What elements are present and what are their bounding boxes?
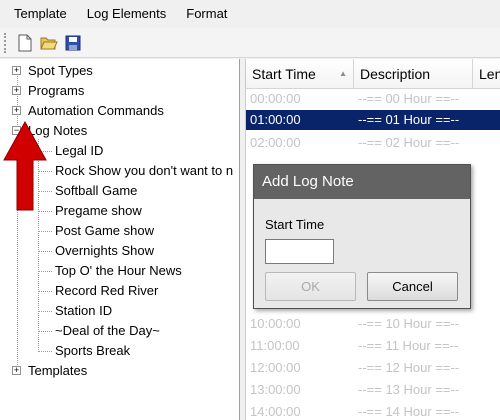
save-button[interactable]	[62, 32, 84, 54]
ok-button[interactable]: OK	[265, 272, 356, 301]
toolbar-grip[interactable]	[4, 32, 8, 53]
tree-node-label: Templates	[28, 363, 88, 378]
add-log-note-dialog: Add Log Note Start Time OK Cancel	[253, 164, 471, 309]
tree-line	[17, 71, 18, 371]
red-arrow-icon	[3, 120, 47, 211]
grid-header: Start Time ▲ Description Len	[246, 59, 500, 89]
table-row[interactable]: 13:00:00 --== 13 Hour ==--	[246, 380, 500, 400]
table-row[interactable]: 14:00:00 --== 14 Hour ==--	[246, 402, 500, 420]
dialog-title[interactable]: Add Log Note	[254, 165, 470, 199]
menu-bar: Template Log Elements Format	[0, 0, 500, 28]
table-row[interactable]: 00:00:00 --== 00 Hour ==--	[246, 89, 500, 109]
column-length[interactable]: Len	[473, 59, 500, 89]
expand-icon[interactable]: +	[12, 106, 21, 115]
start-time-input[interactable]	[265, 239, 334, 264]
expand-icon[interactable]: +	[12, 86, 21, 95]
tree-node-label: Automation Commands	[28, 103, 164, 118]
log-elements-tree[interactable]: + Spot Types + Programs + Automation Com…	[0, 59, 240, 420]
save-icon	[65, 35, 81, 50]
tree-node-label: Programs	[28, 83, 85, 98]
table-row[interactable]: 10:00:00 --== 10 Hour ==--	[246, 314, 500, 334]
menu-template[interactable]: Template	[0, 0, 77, 28]
start-time-label: Start Time	[265, 217, 325, 232]
column-description[interactable]: Description	[354, 59, 473, 89]
sort-arrow-icon: ▲	[339, 69, 347, 78]
table-row[interactable]: 11:00:00 --== 11 Hour ==--	[246, 336, 500, 356]
toolbar	[0, 28, 500, 58]
table-row[interactable]: 02:00:00 --== 02 Hour ==--	[246, 133, 500, 153]
table-row-selected[interactable]: 01:00:00 --== 01 Hour ==--	[246, 110, 500, 130]
new-file-icon	[18, 34, 32, 51]
menu-format[interactable]: Format	[176, 0, 237, 28]
expand-icon[interactable]: +	[12, 66, 21, 75]
new-file-button[interactable]	[14, 32, 36, 54]
open-button[interactable]	[38, 32, 60, 54]
cancel-button[interactable]: Cancel	[367, 272, 458, 301]
expand-icon[interactable]: +	[12, 366, 21, 375]
open-folder-icon	[40, 37, 58, 49]
menu-log-elements[interactable]: Log Elements	[77, 0, 177, 28]
tree-node-label: Spot Types	[28, 63, 93, 78]
table-row[interactable]: 12:00:00 --== 12 Hour ==--	[246, 358, 500, 378]
column-start-time[interactable]: Start Time ▲	[246, 59, 354, 89]
